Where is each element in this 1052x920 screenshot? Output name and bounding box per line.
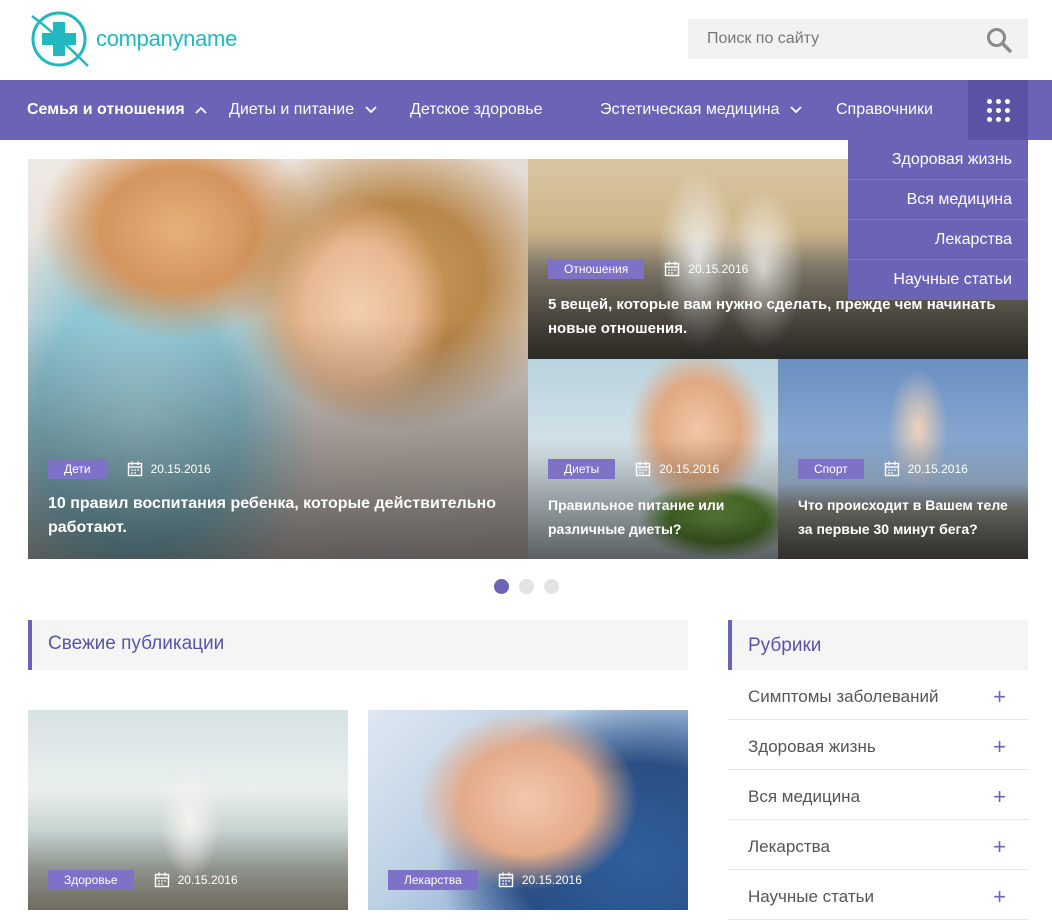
logo[interactable]: companyname [28, 10, 237, 68]
calendar-icon [884, 461, 899, 477]
featured-article[interactable]: Диеты 20.15.2016 Правильное питание или … [528, 359, 778, 559]
rubrics-list: Симптомы заболеваний + Здоровая жизнь + … [728, 670, 1028, 920]
nav-item-family[interactable]: Семья и отношения [27, 80, 207, 140]
category-badge[interactable]: Спорт [798, 459, 864, 479]
slider-dot-active[interactable] [494, 579, 509, 594]
search-box [688, 19, 1028, 59]
fresh-publications-heading: Свежие публикации [28, 620, 688, 670]
rubric-label: Научные статьи [748, 887, 874, 906]
nav-item-label: Семья и отношения [27, 101, 185, 118]
chevron-down-icon [790, 106, 802, 114]
publication-card[interactable]: Лекарства 20.15.2016 [368, 710, 688, 910]
calendar-icon [127, 461, 142, 477]
category-badge[interactable]: Отношения [548, 259, 645, 279]
article-date: 20.15.2016 [150, 462, 211, 476]
article-title[interactable]: 5 вещей, которые вам нужно сделать, преж… [548, 293, 1008, 341]
featured-article[interactable]: Спорт 20.15.2016 Что происходит в Вашем … [778, 359, 1028, 559]
nav-item-diets[interactable]: Диеты и питание [229, 80, 377, 140]
nav-item-label: Диеты и питание [229, 101, 355, 118]
grid-icon [986, 98, 1010, 122]
category-badge[interactable]: Здоровье [48, 870, 134, 890]
rubric-item[interactable]: Научные статьи + [728, 870, 1028, 920]
featured-article[interactable]: Дети 20.15.2016 10 правил воспитания реб… [28, 159, 528, 559]
rubric-label: Вся медицина [748, 787, 861, 806]
publication-card[interactable]: Здоровье 20.15.2016 [28, 710, 348, 910]
article-title[interactable]: Что происходит в Вашем теле за первые 30… [798, 493, 1008, 541]
plus-icon[interactable]: + [993, 770, 1006, 824]
calendar-icon [665, 261, 680, 277]
slider-dot[interactable] [544, 579, 559, 594]
rubric-label: Симптомы заболеваний [748, 687, 939, 706]
nav-item-aesthetic[interactable]: Эстетическая медицина [600, 80, 802, 140]
article-date: 20.15.2016 [659, 462, 720, 476]
dropdown-item[interactable]: Лекарства [848, 220, 1028, 260]
plus-icon[interactable]: + [993, 820, 1006, 874]
category-badge[interactable]: Диеты [548, 459, 616, 479]
logo-text: companyname [96, 26, 237, 51]
rubric-item[interactable]: Лекарства + [728, 820, 1028, 870]
article-date: 20.15.2016 [907, 462, 968, 476]
nav-item-label: Справочники [836, 101, 933, 118]
nav-item-label: Эстетическая медицина [600, 101, 780, 118]
plus-icon[interactable]: + [993, 670, 1006, 724]
search-icon[interactable] [986, 27, 1012, 53]
chevron-down-icon [364, 106, 377, 114]
article-title[interactable]: 10 правил воспитания ребенка, которые де… [48, 492, 508, 540]
rubric-item[interactable]: Симптомы заболеваний + [728, 670, 1028, 720]
main-nav: Семья и отношения Диеты и питание Детско… [0, 80, 1052, 140]
calendar-icon [498, 872, 514, 888]
article-title[interactable]: Правильное питание или различные диеты? [548, 493, 758, 541]
category-badge[interactable]: Лекарства [388, 870, 478, 890]
rubric-item[interactable]: Здоровая жизнь + [728, 720, 1028, 770]
nav-item-label: Детское здоровье [410, 101, 543, 118]
dropdown-item[interactable]: Вся медицина [848, 180, 1028, 220]
nav-item-children-health[interactable]: Детское здоровье [410, 80, 543, 140]
rubric-item[interactable]: Вся медицина + [728, 770, 1028, 820]
slider-dot[interactable] [519, 579, 534, 594]
dropdown-item[interactable]: Научные статьи [848, 260, 1028, 300]
plus-icon[interactable]: + [993, 870, 1006, 920]
more-dropdown: Здоровая жизнь Вся медицина Лекарства На… [848, 140, 1028, 300]
search-input[interactable] [688, 19, 968, 59]
more-menu-button[interactable] [968, 80, 1028, 140]
calendar-icon [154, 872, 169, 888]
article-date: 20.15.2016 [521, 873, 582, 887]
rubrics-heading: Рубрики [728, 620, 1028, 670]
calendar-icon [636, 461, 651, 477]
nav-item-references[interactable]: Справочники [836, 80, 933, 140]
rubric-label: Лекарства [748, 837, 830, 856]
medical-cross-logo-icon [31, 11, 89, 67]
category-badge[interactable]: Дети [48, 459, 107, 479]
plus-icon[interactable]: + [993, 720, 1006, 774]
rubric-label: Здоровая жизнь [748, 737, 876, 756]
chevron-up-icon [195, 106, 207, 114]
article-date: 20.15.2016 [177, 873, 238, 887]
site-header: companyname [0, 0, 1052, 80]
dropdown-item[interactable]: Здоровая жизнь [848, 140, 1028, 180]
slider-pagination [494, 579, 569, 594]
article-date: 20.15.2016 [688, 262, 749, 276]
